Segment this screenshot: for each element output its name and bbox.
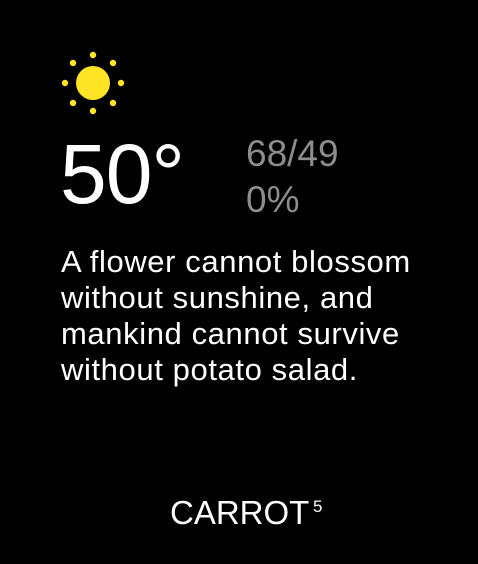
precipitation-chance: 0% <box>246 179 300 220</box>
high-low-temperature: 68/49 <box>246 133 339 174</box>
forecast-message: A flower cannot blossom without sunshine… <box>61 244 411 387</box>
brand-name: CARROT <box>170 494 310 531</box>
current-temperature: 50° <box>60 127 185 221</box>
brand-superscript: 5 <box>313 497 323 516</box>
sun-icon <box>61 51 125 115</box>
watch-face: 50° 68/49 0% A flower cannot blossom wit… <box>0 0 478 564</box>
